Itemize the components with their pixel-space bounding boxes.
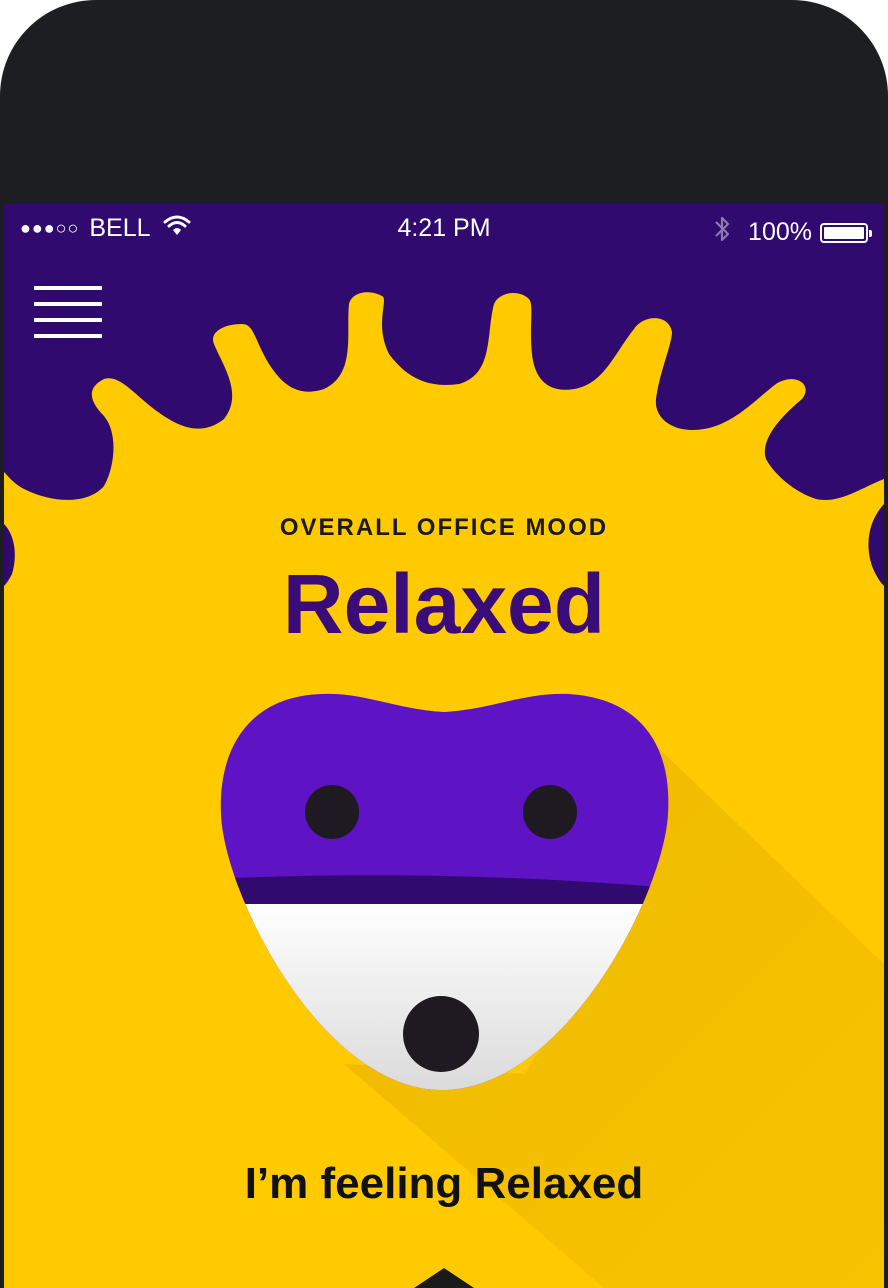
battery-percentage: 100% bbox=[748, 218, 812, 246]
menu-button[interactable] bbox=[34, 286, 102, 340]
app-screen: ●●●○○ BELL 4:21 PM 100% OVERALL OFFICE M… bbox=[4, 204, 884, 1288]
phone-frame: ●●●○○ BELL 4:21 PM 100% OVERALL OFFICE M… bbox=[0, 0, 888, 1288]
mood-mascot bbox=[220, 693, 669, 1090]
menu-icon-bar bbox=[34, 334, 102, 338]
status-right: 100% bbox=[714, 214, 872, 251]
menu-icon-bar bbox=[34, 286, 102, 290]
right-eye bbox=[523, 785, 577, 839]
mouth-hole bbox=[403, 996, 479, 1072]
left-eye bbox=[305, 785, 359, 839]
chevron-up-icon[interactable] bbox=[414, 1266, 474, 1288]
battery-icon bbox=[820, 222, 872, 243]
bluetooth-icon bbox=[714, 214, 730, 251]
menu-icon-bar bbox=[34, 302, 102, 306]
status-bar: ●●●○○ BELL 4:21 PM 100% bbox=[4, 204, 884, 252]
menu-icon-bar bbox=[34, 318, 102, 322]
feeling-button[interactable]: I’m feeling Relaxed bbox=[144, 1159, 744, 1209]
